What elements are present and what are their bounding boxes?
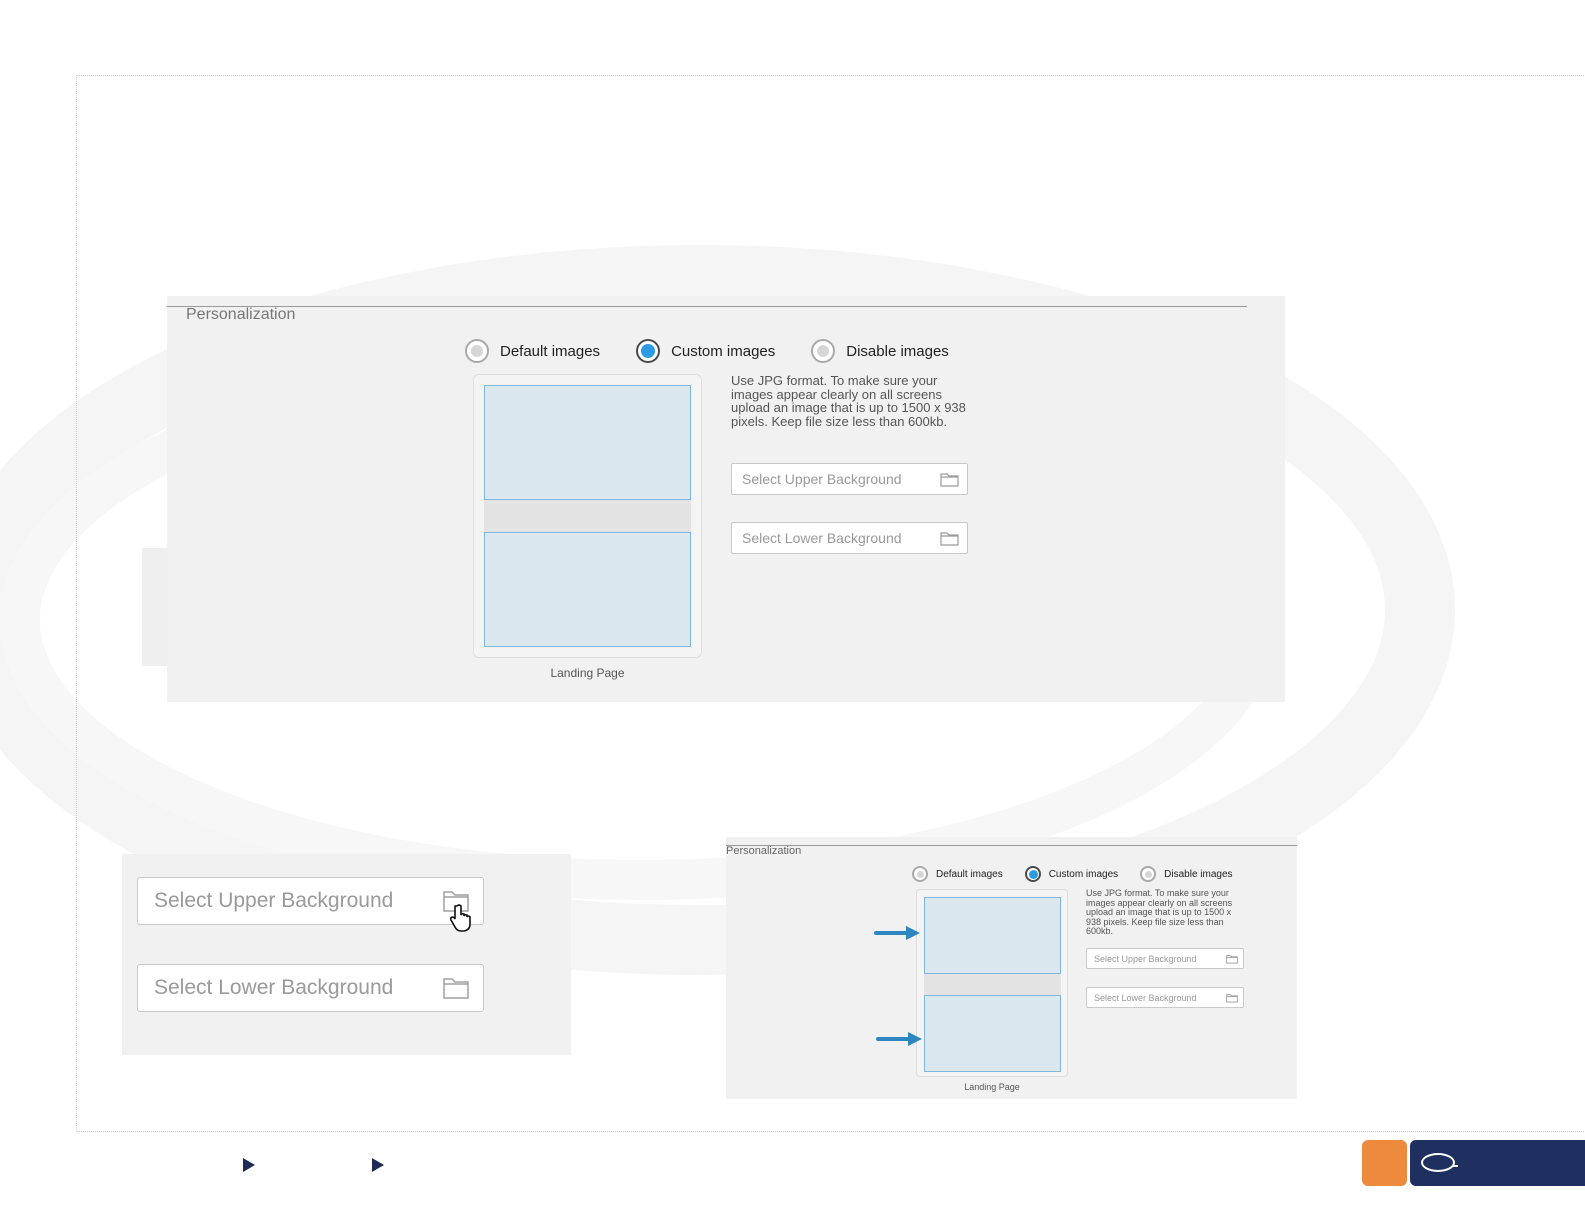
radio-circle-icon[interactable] [811, 339, 836, 363]
brand-logo-icon [1421, 1153, 1455, 1172]
field-label: Select Upper Background [154, 889, 394, 912]
field-label: Select Upper Background [1094, 953, 1197, 964]
radio-circle-selected-icon[interactable] [636, 339, 661, 363]
arrow-right-icon [874, 926, 920, 940]
select-upper-background-input-zoomed[interactable]: Select Upper Background [137, 877, 484, 925]
radio-label: Default images [500, 342, 601, 360]
folder-icon[interactable] [1226, 954, 1238, 964]
landing-page-preview [473, 374, 702, 658]
zoomed-fields-panel: Select Upper Background Select Lower Bac… [122, 854, 571, 1055]
footer-accent-block [1362, 1140, 1407, 1186]
upper-background-preview[interactable] [924, 897, 1061, 974]
preview-divider [924, 974, 1061, 995]
radio-label: Disable images [846, 342, 949, 360]
radio-default-images[interactable]: Default images [465, 339, 600, 363]
radio-label: Disable images [1164, 868, 1233, 880]
select-lower-background-input[interactable]: Select Lower Background [1086, 987, 1244, 1008]
radio-circle-icon[interactable] [912, 866, 928, 882]
section-title: Personalization [186, 306, 296, 323]
section-divider [167, 306, 1247, 307]
select-lower-background-input[interactable]: Select Lower Background [731, 522, 968, 554]
lower-background-preview[interactable] [924, 995, 1061, 1072]
radio-label: Default images [936, 868, 1003, 880]
field-label: Select Lower Background [154, 976, 394, 999]
landing-page-preview [916, 889, 1068, 1077]
radio-label: Custom images [671, 342, 776, 360]
preview-divider [484, 500, 691, 532]
personalization-panel: Personalization Default images Custom im… [167, 296, 1285, 702]
folder-icon[interactable] [940, 472, 959, 487]
field-label: Select Lower Background [742, 530, 902, 546]
image-mode-radio-group: Default images Custom images Disable ima… [912, 866, 1255, 882]
arrow-right-icon [876, 1032, 922, 1046]
play-triangle-icon[interactable] [372, 1158, 384, 1172]
select-upper-background-input[interactable]: Select Upper Background [1086, 948, 1244, 969]
image-mode-radio-group: Default images Custom images Disable ima… [465, 339, 985, 363]
preview-caption: Landing Page [964, 1082, 1020, 1092]
brand-logo-mark [1452, 1165, 1458, 1167]
side-tab [142, 548, 168, 666]
folder-icon[interactable] [940, 531, 959, 546]
radio-circle-selected-icon[interactable] [1024, 866, 1041, 882]
upload-hint: Use JPG format. To make sure your images… [731, 373, 966, 429]
radio-circle-icon[interactable] [465, 339, 489, 363]
field-label: Select Upper Background [742, 471, 902, 487]
radio-disable-images[interactable]: Disable images [1140, 866, 1233, 882]
hand-pointer-icon [450, 904, 471, 932]
section-divider [726, 845, 1297, 846]
section-title: Personalization [726, 845, 802, 857]
preview-caption: Landing Page [550, 666, 625, 680]
lower-background-preview[interactable] [484, 532, 691, 647]
personalization-panel-thumbnail: Personalization Default images Custom im… [726, 837, 1297, 1099]
radio-custom-images[interactable]: Custom images [636, 339, 775, 363]
upper-background-preview[interactable] [484, 385, 691, 500]
radio-custom-images[interactable]: Custom images [1024, 866, 1119, 882]
radio-disable-images[interactable]: Disable images [811, 339, 949, 363]
radio-default-images[interactable]: Default images [912, 866, 1003, 882]
radio-circle-icon[interactable] [1140, 866, 1157, 882]
play-triangle-icon[interactable] [243, 1158, 255, 1172]
upload-hint: Use JPG format. To make sure your images… [1086, 888, 1233, 936]
select-lower-background-input-zoomed[interactable]: Select Lower Background [137, 964, 484, 1012]
select-upper-background-input[interactable]: Select Upper Background [731, 463, 968, 495]
folder-icon[interactable] [1226, 993, 1238, 1003]
field-label: Select Lower Background [1094, 992, 1197, 1003]
radio-label: Custom images [1048, 868, 1119, 880]
folder-icon[interactable] [443, 977, 469, 999]
